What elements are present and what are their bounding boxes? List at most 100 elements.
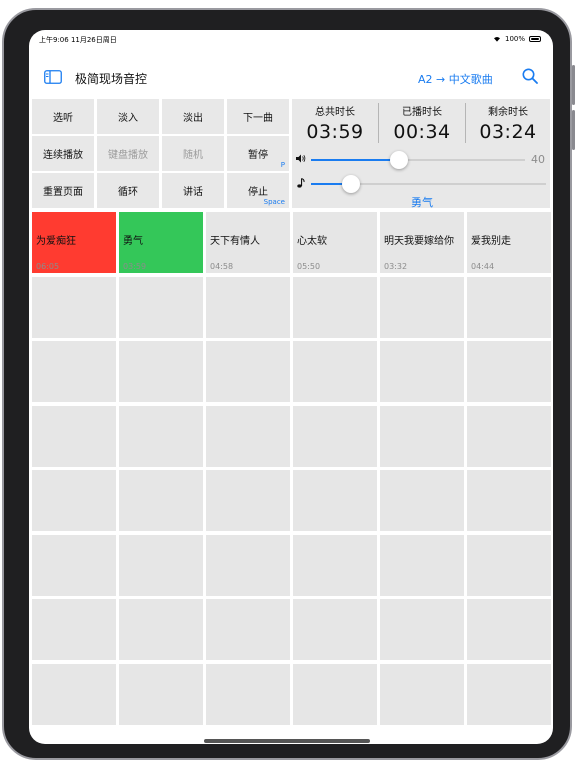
empty-song-cell[interactable]	[293, 534, 377, 596]
empty-song-cell[interactable]	[119, 405, 203, 467]
empty-song-cell[interactable]	[380, 470, 464, 531]
song-cell[interactable]: 为爱痴狂 06:05	[32, 212, 116, 273]
control-button[interactable]: 淡出	[162, 99, 224, 134]
volume-down-side-button	[572, 110, 575, 150]
song-cell[interactable]: 爱我别走 04:44	[467, 212, 551, 273]
control-button[interactable]: 停止 Space	[227, 173, 289, 208]
empty-song-cell[interactable]	[467, 470, 551, 531]
control-button[interactable]: 暂停 P	[227, 136, 289, 171]
empty-song-cell[interactable]	[119, 534, 203, 596]
control-button[interactable]: 循环	[97, 173, 159, 208]
song-duration: 03:59	[123, 262, 147, 271]
control-button[interactable]: 选听	[32, 99, 94, 134]
shortcut-hint: Space	[263, 198, 285, 206]
song-title: 为爱痴狂	[36, 236, 76, 247]
empty-song-cell[interactable]	[293, 276, 377, 338]
control-button[interactable]: 连续播放	[32, 136, 94, 171]
empty-song-cell[interactable]	[293, 663, 377, 725]
control-button[interactable]: 讲话	[162, 173, 224, 208]
empty-song-cell[interactable]	[467, 534, 551, 596]
song-duration: 04:58	[210, 262, 234, 271]
empty-song-cell[interactable]	[380, 663, 464, 725]
song-title: 爱我别走	[471, 236, 511, 247]
empty-song-cell[interactable]	[119, 470, 203, 531]
empty-song-cell[interactable]	[293, 341, 377, 402]
total-duration-value: 03:59	[306, 121, 364, 143]
played-duration-label: 已播时长	[402, 107, 442, 118]
empty-song-cell[interactable]	[119, 276, 203, 338]
control-button-label: 循环	[118, 187, 138, 198]
control-button[interactable]: 随机	[162, 136, 224, 171]
empty-song-cell[interactable]	[206, 599, 290, 660]
status-bar: 上午9:06 11月26日周日 100%	[29, 30, 553, 48]
now-playing-title: 勇气	[411, 196, 433, 209]
playback-progress-knob[interactable]	[341, 175, 360, 193]
empty-song-cell[interactable]	[380, 534, 464, 596]
song-title: 天下有情人	[210, 236, 260, 247]
playback-info-panel: 总共时长 03:59 已播时长 00:34 剩余时长 03:24 40 勇气	[292, 99, 550, 209]
song-cell[interactable]: 心太软 05:50	[293, 212, 377, 273]
control-button[interactable]: 重置页面	[32, 173, 94, 208]
empty-song-cell[interactable]	[293, 599, 377, 660]
remaining-duration-value: 03:24	[479, 121, 537, 143]
played-duration-value: 00:34	[393, 121, 451, 143]
control-button[interactable]: 键盘播放	[97, 136, 159, 171]
song-duration: 05:50	[297, 262, 321, 271]
empty-song-cell[interactable]	[32, 470, 116, 531]
empty-song-cell[interactable]	[467, 276, 551, 338]
empty-song-cell[interactable]	[206, 534, 290, 596]
shortcut-hint: P	[280, 161, 285, 169]
volume-slider[interactable]	[311, 159, 525, 161]
empty-song-cell[interactable]	[293, 405, 377, 467]
status-time: 上午9:06 11月26日周日	[39, 36, 117, 44]
empty-song-cell[interactable]	[467, 599, 551, 660]
remaining-duration-label: 剩余时长	[488, 107, 528, 118]
empty-song-cell[interactable]	[32, 663, 116, 725]
song-cell[interactable]: 明天我要嫁给你 03:32	[380, 212, 464, 273]
empty-song-cell[interactable]	[293, 470, 377, 531]
song-cell[interactable]: 天下有情人 04:58	[206, 212, 290, 273]
control-button-label: 键盘播放	[108, 150, 148, 161]
empty-song-cell[interactable]	[467, 405, 551, 467]
remaining-duration: 剩余时长 03:24	[466, 99, 550, 145]
empty-song-cell[interactable]	[32, 534, 116, 596]
empty-song-cell[interactable]	[32, 276, 116, 338]
empty-song-cell[interactable]	[206, 276, 290, 338]
control-button-label: 连续播放	[43, 150, 83, 161]
speaker-icon	[296, 154, 306, 163]
search-icon[interactable]	[522, 68, 538, 84]
empty-song-cell[interactable]	[380, 599, 464, 660]
song-duration: 04:44	[471, 262, 495, 271]
empty-song-cell[interactable]	[467, 341, 551, 402]
empty-song-cell[interactable]	[206, 663, 290, 725]
empty-song-cell[interactable]	[32, 405, 116, 467]
total-duration: 总共时长 03:59	[292, 99, 378, 145]
song-title: 心太软	[297, 236, 327, 247]
empty-song-cell[interactable]	[206, 405, 290, 467]
empty-song-cell[interactable]	[380, 405, 464, 467]
empty-song-cell[interactable]	[467, 663, 551, 725]
control-button[interactable]: 淡入	[97, 99, 159, 134]
home-indicator	[204, 739, 370, 743]
control-button-label: 淡入	[118, 113, 138, 124]
empty-song-cell[interactable]	[119, 341, 203, 402]
sidebar-toggle-icon[interactable]	[44, 70, 62, 84]
volume-slider-knob[interactable]	[389, 151, 408, 169]
total-duration-label: 总共时长	[315, 107, 355, 118]
ipad-frame: 上午9:06 11月26日周日 100% 极简现场音控 A2 → 中文歌曲 选听…	[2, 8, 575, 760]
control-button-label: 淡出	[183, 113, 203, 124]
empty-song-cell[interactable]	[206, 470, 290, 531]
empty-song-cell[interactable]	[32, 341, 116, 402]
control-button-label: 随机	[183, 150, 203, 161]
empty-song-cell[interactable]	[380, 276, 464, 338]
empty-song-cell[interactable]	[119, 599, 203, 660]
empty-song-cell[interactable]	[380, 341, 464, 402]
song-title: 勇气	[123, 236, 143, 247]
control-button-label: 选听	[53, 113, 73, 124]
song-cell[interactable]: 勇气 03:59	[119, 212, 203, 273]
playlist-route-button[interactable]: A2 → 中文歌曲	[418, 71, 493, 87]
empty-song-cell[interactable]	[32, 599, 116, 660]
control-button[interactable]: 下一曲	[227, 99, 289, 134]
empty-song-cell[interactable]	[206, 341, 290, 402]
empty-song-cell[interactable]	[119, 663, 203, 725]
